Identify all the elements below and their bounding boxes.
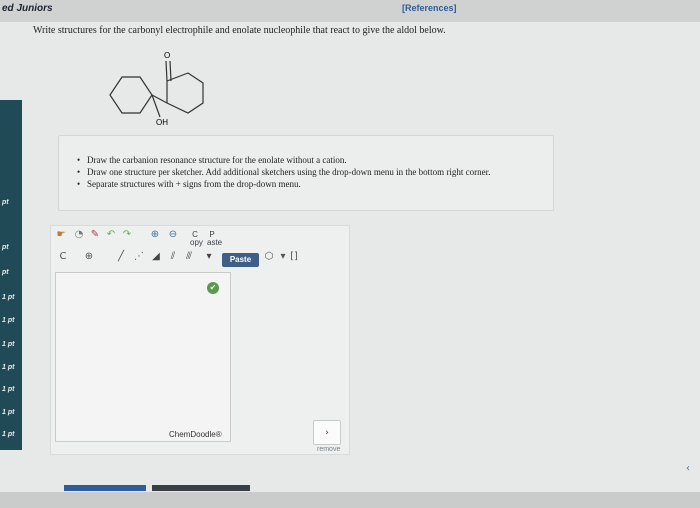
instruction-item: Separate structures with + signs from th… — [77, 178, 553, 190]
copy-button[interactable]: C opy — [190, 231, 203, 247]
instructions-box: Draw the carbanion resonance structure f… — [58, 135, 554, 211]
pen-icon[interactable]: ✎ — [89, 229, 101, 241]
instruction-item: Draw the carbanion resonance structure f… — [77, 154, 553, 166]
lasso-icon[interactable]: ◔ — [73, 229, 85, 241]
toolbar-row-1: ☛ ◔ ✎ ↶ ↷ ⊕ ⊖ C opy P aste — [55, 229, 235, 247]
paste-tool-button[interactable]: P aste — [207, 231, 222, 247]
single-bond-icon[interactable]: ╱ — [115, 251, 127, 263]
left-rail-point-label: 1 pt — [2, 341, 15, 348]
sketcher-dropdown[interactable]: › — [313, 420, 341, 445]
chemdoodle-label: ChemDoodle® — [169, 430, 222, 439]
dashed-bond-icon[interactable]: ⋰ — [133, 251, 145, 263]
toolbar-row-2: C ⊕ ╱ ⋰ ◢ ⫽ ⫻ ▾ Paste ⬡ ▾ [] — [55, 251, 315, 269]
top-bar: ed Juniors [References] — [0, 0, 700, 22]
paste-button[interactable]: Paste — [222, 253, 259, 267]
zoom-in-icon[interactable]: ⊕ — [149, 229, 161, 241]
references-link[interactable]: [References] — [402, 3, 457, 13]
wedge-bond-icon[interactable]: ◢ — [150, 251, 162, 263]
double-bond-icon[interactable]: ⫽ — [167, 251, 179, 263]
aldol-structure: O OH — [109, 51, 204, 127]
course-title: ed Juniors — [2, 3, 53, 14]
instruction-item: Draw one structure per sketcher. Add add… — [77, 166, 553, 178]
zoom-out-icon[interactable]: ⊖ — [167, 229, 179, 241]
left-rail-point-label: pt — [2, 244, 9, 251]
left-rail-point-label: 1 pt — [2, 364, 15, 371]
ring-shape-icon[interactable]: ⬡ — [263, 251, 275, 263]
left-rail-point-label: 1 pt — [2, 317, 15, 324]
bracket-charge-icon[interactable]: [] — [288, 251, 300, 263]
sketch-canvas[interactable]: ✔ ChemDoodle® — [55, 272, 231, 442]
redo-icon[interactable]: ↷ — [121, 229, 133, 241]
left-rail-point-label: 1 pt — [2, 431, 15, 438]
charge-icon[interactable]: ⊕ — [83, 251, 95, 263]
left-rail-point-label: 1 pt — [2, 294, 15, 301]
carbon-select-icon[interactable]: C — [57, 251, 69, 263]
triple-bond-icon[interactable]: ⫻ — [183, 251, 195, 263]
carbonyl-oxygen-label: O — [164, 51, 170, 60]
question-text: Write structures for the carbonyl electr… — [33, 25, 446, 36]
left-rail-point-label: pt — [2, 269, 9, 276]
hydroxyl-label: OH — [156, 118, 168, 127]
undo-icon[interactable]: ↶ — [105, 229, 117, 241]
remove-link[interactable]: remove — [317, 446, 340, 453]
next-icon[interactable]: ‹ — [686, 463, 690, 474]
canvas-status-icon: ✔ — [207, 282, 219, 294]
left-rail-point-label: pt — [2, 199, 9, 206]
left-rail-point-label: 1 pt — [2, 409, 15, 416]
submit-button[interactable] — [64, 485, 146, 491]
pointer-icon[interactable]: ☛ — [55, 229, 67, 241]
left-rail-point-label: 1 pt — [2, 386, 15, 393]
bottom-strip — [0, 492, 700, 508]
bond-dropdown-icon[interactable]: ▾ — [203, 251, 215, 263]
secondary-button[interactable] — [152, 485, 250, 491]
